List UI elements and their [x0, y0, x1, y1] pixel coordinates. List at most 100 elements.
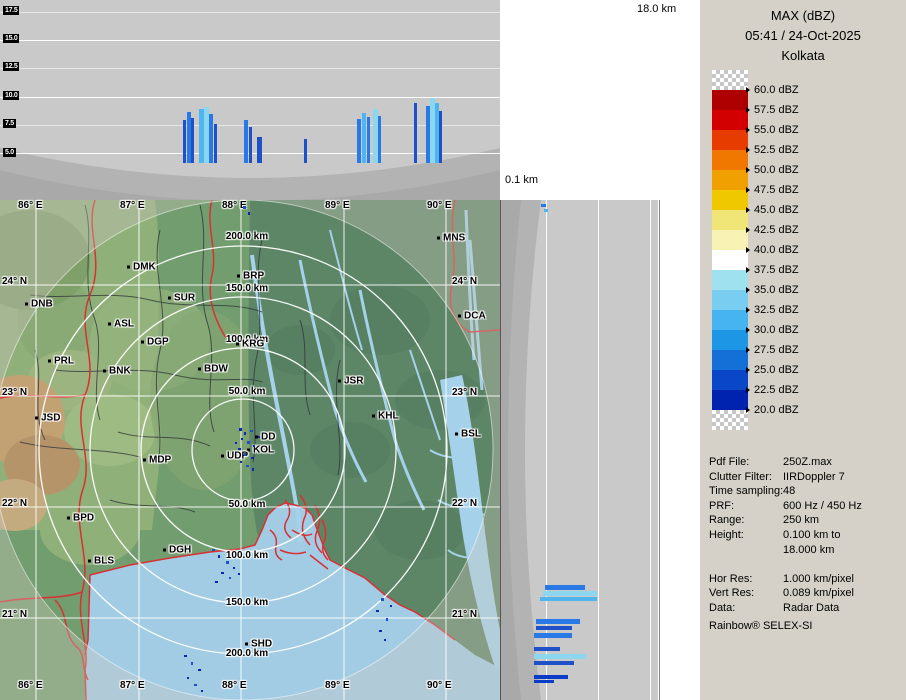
product-datetime: 05:41 / 24-Oct-2025 [700, 26, 906, 46]
radar-echo [226, 561, 229, 564]
station-marker: DGH [163, 545, 191, 556]
scale-value-label: 47.5 dBZ [754, 184, 799, 196]
station-label: BSL [461, 429, 481, 440]
radar-echo [187, 677, 189, 679]
radar-echo [247, 441, 250, 444]
scale-arrow-icon [746, 127, 750, 133]
station-dot-icon [48, 360, 51, 363]
color-scale-row: 27.5 dBZ [746, 340, 799, 360]
scale-arrow-icon [746, 287, 750, 293]
color-scale-row: 60.0 dBZ [746, 80, 799, 100]
station-marker: DNB [25, 299, 53, 310]
radar-echo [233, 567, 235, 569]
station-dot-icon [458, 315, 461, 318]
info-value: 18.000 km [783, 544, 834, 556]
color-scale-row: 40.0 dBZ [746, 240, 799, 260]
station-dot-icon [108, 323, 111, 326]
radar-echo [218, 555, 220, 558]
color-scale-swatch [712, 230, 748, 250]
echo-row [545, 585, 585, 590]
station-dot-icon [25, 303, 28, 306]
echo-column [439, 111, 442, 163]
color-scale-swatch [712, 130, 748, 150]
scale-value-label: 42.5 dBZ [754, 224, 799, 236]
station-label: DMK [133, 262, 156, 273]
radar-echo [244, 453, 246, 456]
range-ring-label: 150.0 km [226, 283, 268, 294]
scale-value-label: 52.5 dBZ [754, 144, 799, 156]
info-row: Pdf File:250Z.max [709, 455, 901, 470]
radar-echo [198, 669, 201, 671]
side-projection-panel [500, 200, 660, 700]
echo-row [534, 647, 560, 651]
station-label: BDW [204, 364, 228, 375]
latitude-label: 23° N [2, 387, 27, 398]
station-marker: KHL [372, 411, 399, 422]
station-dot-icon [35, 417, 38, 420]
longitude-label: 86° E [18, 680, 43, 691]
radar-display: 17.5 15.0 12.5 10.0 7.5 5.0 18.0 km 0.1 … [0, 0, 906, 700]
radar-echo [243, 206, 246, 209]
echo-row [534, 675, 568, 679]
color-scale-row: 50.0 dBZ [746, 160, 799, 180]
echo-column [378, 116, 381, 163]
station-label: DGP [147, 337, 169, 348]
radar-echo [248, 212, 250, 215]
echo-row [534, 633, 572, 638]
color-scale-row: 22.5 dBZ [746, 380, 799, 400]
info-label: Time sampling: [709, 484, 783, 499]
scale-value-label: 60.0 dBZ [754, 84, 799, 96]
radar-site-name: Kolkata [700, 46, 906, 66]
station-marker: KRG [236, 339, 264, 350]
range-ring-label: 150.0 km [226, 597, 268, 608]
color-scale-swatch [712, 90, 748, 110]
station-marker: ASL [108, 319, 134, 330]
color-scale-row: 55.0 dBZ [746, 120, 799, 140]
range-ring-label: 50.0 km [229, 386, 266, 397]
echo-column [357, 119, 361, 163]
top-projection-panel: 17.5 15.0 12.5 10.0 7.5 5.0 [0, 0, 500, 201]
radar-echo [244, 432, 246, 435]
station-marker: BPD [67, 513, 94, 524]
product-info: Pdf File:250Z.max Clutter Filter:IIRDopp… [709, 455, 901, 616]
station-marker: BNK [103, 366, 131, 377]
color-scale-swatch [712, 70, 748, 90]
station-dot-icon [127, 266, 130, 269]
station-label: BRP [243, 271, 264, 282]
echo-column [257, 137, 262, 163]
longitude-label: 87° E [120, 200, 145, 211]
radar-echo [384, 639, 386, 641]
radar-echo [250, 430, 253, 432]
echo-row [536, 626, 572, 630]
station-dot-icon [88, 560, 91, 563]
echo-column [183, 120, 186, 163]
radar-echo [390, 605, 392, 607]
station-dot-icon [103, 370, 106, 373]
info-label: PRF: [709, 499, 783, 514]
info-label: Clutter Filter: [709, 470, 783, 485]
station-label: BPD [73, 513, 94, 524]
scale-arrow-icon [746, 167, 750, 173]
color-scale-swatch [712, 330, 748, 350]
latitude-label: 22° N [2, 498, 27, 509]
color-scale-swatch [712, 210, 748, 230]
legend-header: MAX (dBZ) 05:41 / 24-Oct-2025 Kolkata [700, 6, 906, 66]
radar-echo [251, 457, 254, 459]
station-label: DCA [464, 311, 486, 322]
echo-column [304, 139, 307, 163]
scale-arrow-icon [746, 327, 750, 333]
color-scale-swatch [712, 310, 748, 330]
info-value: 600 Hz / 450 Hz [783, 500, 862, 512]
radar-echo [238, 448, 241, 450]
color-scale [712, 70, 748, 430]
info-row: Data:Radar Data [709, 601, 901, 616]
echo-row [534, 680, 554, 683]
axis-tick-label: 12.5 [3, 62, 19, 71]
info-value: 48 [783, 485, 795, 497]
echo-column [362, 113, 366, 163]
info-label: Hor Res: [709, 572, 783, 587]
echo-column [209, 114, 213, 163]
echo-column [191, 118, 194, 163]
station-marker: BLS [88, 556, 114, 567]
radar-echo [386, 618, 388, 621]
